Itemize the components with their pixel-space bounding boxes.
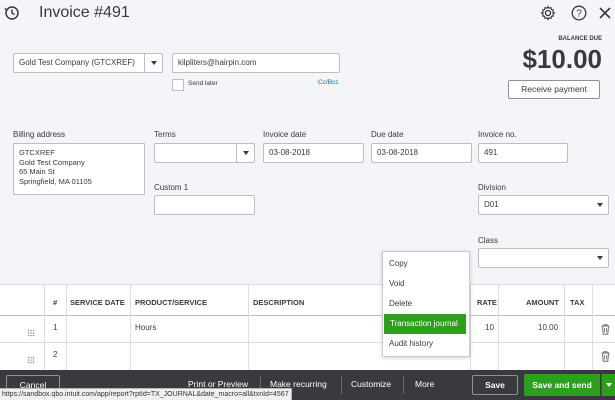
chevron-down-icon (606, 383, 612, 387)
table-row[interactable] (0, 342, 615, 370)
col-header-amount: AMOUNT (526, 298, 559, 307)
send-later-checkbox[interactable] (172, 79, 184, 91)
col-header-service-date: SERVICE DATE (70, 298, 125, 307)
gear-icon[interactable] (540, 5, 556, 21)
billing-line: 65 Main St (19, 167, 55, 176)
page-title: Invoice #491 (39, 4, 130, 21)
chevron-down-icon (591, 196, 608, 214)
balance-amount: $10.00 (522, 44, 602, 74)
row-amount[interactable]: 10.00 (538, 323, 558, 332)
row-product[interactable]: Hours (135, 323, 156, 332)
drag-handle-icon[interactable] (27, 351, 35, 369)
col-header-rate: RATE (477, 298, 497, 307)
trash-icon[interactable] (601, 322, 610, 340)
menu-item-delete[interactable]: Delete (383, 294, 467, 314)
chevron-down-icon (591, 249, 608, 267)
billing-address-label: Billing address (13, 130, 66, 139)
division-value: D01 (484, 200, 499, 209)
save-options-dropdown[interactable] (601, 374, 615, 396)
invoice-date-field[interactable]: 03-08-2018 (263, 143, 364, 163)
class-label: Class (478, 236, 499, 245)
terms-select[interactable] (154, 143, 255, 163)
division-select[interactable]: D01 (478, 195, 609, 215)
ccbcc-link[interactable]: Cc/Bcc (318, 79, 339, 86)
col-header-num: # (53, 298, 58, 307)
menu-item-transaction-journal[interactable]: Transaction journal (384, 314, 466, 334)
status-url: https://sandbox.qbo.intuit.com/app/repor… (0, 388, 292, 400)
history-icon[interactable] (4, 5, 20, 21)
division-label: Division (478, 183, 507, 192)
send-later-label: Send later (188, 80, 218, 87)
billing-line: GTCXREF (19, 148, 55, 157)
menu-item-void[interactable]: Void (383, 274, 467, 294)
email-field[interactable]: kilpliters@hairpin.com (172, 53, 340, 73)
custom1-field[interactable] (154, 195, 255, 215)
billing-line: Gold Test Company (19, 157, 85, 167)
chevron-down-icon (144, 54, 162, 72)
menu-item-audit-history[interactable]: Audit history (383, 334, 467, 354)
due-date-field[interactable]: 03-08-2018 (371, 143, 472, 163)
col-header-tax: TAX (570, 298, 585, 307)
trash-icon[interactable] (601, 349, 610, 367)
help-icon[interactable]: ? (571, 5, 587, 21)
billing-address-field[interactable]: GTCXREF Gold Test Company 65 Main St Spr… (13, 143, 145, 195)
row-num: 1 (53, 323, 58, 332)
close-icon[interactable] (598, 6, 612, 20)
divider (403, 376, 404, 394)
col-header-product: PRODUCT/SERVICE (135, 298, 207, 307)
more-link[interactable]: More (415, 370, 434, 398)
svg-text:?: ? (576, 9, 582, 20)
chevron-down-icon (236, 144, 254, 162)
custom1-label: Custom 1 (154, 183, 189, 192)
drag-handle-icon[interactable] (27, 324, 35, 342)
col-header-description: DESCRIPTION (253, 298, 305, 307)
invoice-no-label: Invoice no. (478, 130, 517, 139)
terms-label: Terms (154, 130, 176, 139)
customize-link[interactable]: Customize (351, 370, 391, 398)
customer-select[interactable]: Gold Test Company (GTCXREF) (13, 53, 163, 73)
menu-item-copy[interactable]: Copy (383, 254, 467, 274)
invoice-no-field[interactable]: 491 (478, 143, 568, 163)
invoice-date-label: Invoice date (263, 130, 307, 139)
divider (341, 376, 342, 394)
row-num: 2 (53, 350, 58, 359)
row-rate[interactable]: 10 (485, 323, 494, 332)
receive-payment-button[interactable]: Receive payment (508, 80, 600, 99)
billing-line: Springfield, MA 01105 (19, 176, 92, 186)
table-row[interactable] (0, 314, 615, 343)
more-menu: Copy Void Delete Transaction journal Aud… (382, 251, 470, 357)
class-select[interactable] (478, 248, 609, 268)
customer-value: Gold Test Company (GTCXREF) (19, 58, 135, 67)
save-and-send-button[interactable]: Save and send (524, 374, 600, 396)
balance-due-label: BALANCE DUE (558, 36, 602, 42)
due-date-label: Due date (371, 130, 404, 139)
save-button[interactable]: Save (472, 375, 518, 395)
